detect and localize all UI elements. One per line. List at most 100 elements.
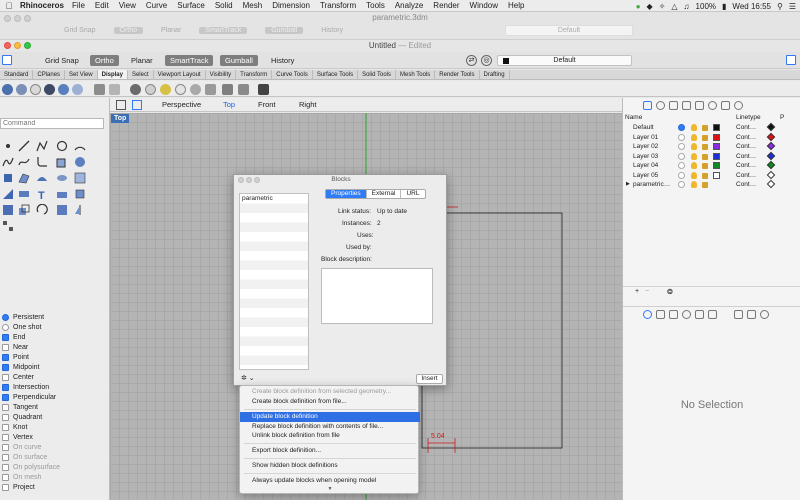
osnap-perpendicular[interactable]: Perpendicular <box>0 392 110 402</box>
layer-row-layer-05[interactable]: Layer 05 Cont… <box>623 170 800 181</box>
checkbox[interactable] <box>2 393 9 401</box>
expand-triangle-icon[interactable]: ▶ <box>626 180 630 189</box>
osnap-on-mesh[interactable]: On mesh <box>0 472 110 482</box>
sphere-icon[interactable] <box>190 84 201 95</box>
menu-mesh[interactable]: Mesh <box>243 1 263 10</box>
undo-view-icon[interactable]: ⇄ <box>466 55 477 66</box>
menu-transform[interactable]: Transform <box>320 1 356 10</box>
target-icon[interactable]: ◎ <box>481 55 492 66</box>
osnap-center[interactable]: Center <box>0 372 110 382</box>
menu-item-create-from-file[interactable]: Create block definition from file... <box>240 397 420 407</box>
layer-color-swatch[interactable] <box>713 143 720 150</box>
bluetooth-icon[interactable]: ✧ <box>659 2 666 11</box>
tab-mesh-tools[interactable]: Mesh Tools <box>396 70 436 79</box>
grid-snap-toggle[interactable]: Grid Snap <box>64 27 96 34</box>
osnap-end[interactable]: End <box>0 332 110 342</box>
print-color-diamond-icon[interactable] <box>766 141 776 151</box>
linetype-label[interactable]: Cont… <box>736 123 756 132</box>
radio-button[interactable] <box>2 323 9 331</box>
current-layer-radio[interactable] <box>678 124 685 131</box>
lightbulb-icon[interactable] <box>691 162 697 169</box>
osnap-quadrant[interactable]: Quadrant <box>0 412 110 422</box>
lightbulb-icon[interactable] <box>691 124 697 131</box>
menu-solid[interactable]: Solid <box>215 1 233 10</box>
checkbox[interactable] <box>2 373 9 381</box>
mirror-tool-icon[interactable] <box>74 204 86 216</box>
menu-surface[interactable]: Surface <box>177 1 205 10</box>
layer-row-layer-02[interactable]: Layer 02 Cont… <box>623 141 800 152</box>
scale-tool-icon[interactable] <box>56 204 68 216</box>
linetype-label[interactable]: Cont… <box>736 142 756 151</box>
layer-row-layer-01[interactable]: Layer 01 Cont… <box>623 132 800 143</box>
layer-row-layer-03[interactable]: Layer 03 Cont… <box>623 151 800 162</box>
battery-icon[interactable]: ▮ <box>722 2 726 11</box>
osnap-on-polysurface[interactable]: On polysurface <box>0 462 110 472</box>
grid-snap-toggle[interactable]: Grid Snap <box>40 55 84 66</box>
osnap-persistent[interactable]: Persistent <box>0 312 110 322</box>
checkbox[interactable] <box>2 473 9 481</box>
curve-tool-icon[interactable] <box>2 156 14 168</box>
history-toggle[interactable]: History <box>321 27 343 34</box>
lock-icon[interactable] <box>702 182 708 188</box>
material-icon[interactable] <box>656 310 665 319</box>
history-toggle[interactable]: History <box>266 55 299 66</box>
current-layer-radio[interactable] <box>678 133 685 141</box>
text-tool-icon[interactable]: T <box>36 188 48 202</box>
lightbulb-icon[interactable] <box>691 133 697 141</box>
checkbox[interactable] <box>2 353 9 361</box>
curvature-icon[interactable] <box>145 84 156 95</box>
osnap-point[interactable]: Point <box>0 352 110 362</box>
gear-icon[interactable]: ❂ <box>667 288 673 296</box>
xray-icon[interactable] <box>58 84 69 95</box>
tab-cplanes[interactable]: CPlanes <box>33 70 66 79</box>
capture-icon[interactable] <box>238 84 249 95</box>
insert-button[interactable]: Insert <box>416 374 443 384</box>
fillet-tool-icon[interactable] <box>36 156 48 168</box>
column-name[interactable]: Name <box>625 114 642 121</box>
menu-view[interactable]: View <box>119 1 136 10</box>
add-layer-button[interactable]: + <box>635 288 639 295</box>
menu-curve[interactable]: Curve <box>146 1 167 10</box>
revolve-tool-icon[interactable] <box>56 172 68 184</box>
layer-color-swatch[interactable] <box>713 133 720 141</box>
print-color-diamond-icon[interactable] <box>766 179 776 189</box>
isocurve-icon[interactable] <box>205 84 216 95</box>
camera-icon[interactable] <box>682 101 691 110</box>
document-icon[interactable] <box>669 101 678 110</box>
zebra-icon[interactable] <box>130 84 141 95</box>
volume-icon[interactable]: ♫ <box>684 2 690 11</box>
layer-row-layer-04[interactable]: Layer 04 Cont… <box>623 160 800 171</box>
menu-analyze[interactable]: Analyze <box>395 1 423 10</box>
tab-visibility[interactable]: Visibility <box>206 70 237 79</box>
smarttrack-toggle[interactable]: SmartTrack <box>199 27 248 34</box>
lightbulb-icon[interactable] <box>691 152 697 160</box>
tab-set-view[interactable]: Set View <box>65 70 98 79</box>
tab-perspective[interactable]: Perspective <box>162 100 201 110</box>
arc-tool-icon[interactable] <box>74 140 86 152</box>
object-properties-icon[interactable] <box>643 310 652 319</box>
menu-window[interactable]: Window <box>470 1 498 10</box>
checkbox[interactable] <box>2 343 9 351</box>
layer-color-swatch[interactable] <box>713 124 720 131</box>
tab-transform[interactable]: Transform <box>236 70 273 79</box>
block-list[interactable]: parametric <box>239 193 309 370</box>
surface-tool-icon[interactable] <box>18 172 30 184</box>
move-tool-icon[interactable] <box>2 204 14 216</box>
four-viewports-icon[interactable] <box>116 100 126 110</box>
ghosted-icon[interactable] <box>44 84 55 95</box>
gumball-toggle[interactable]: Gumball <box>220 55 258 66</box>
osnap-one-shot[interactable]: One shot <box>0 322 110 332</box>
wireframe-icon[interactable] <box>2 84 13 95</box>
circle-tool-icon[interactable] <box>56 140 68 152</box>
planar-toggle[interactable]: Planar <box>126 55 158 66</box>
block-list-item[interactable]: parametric <box>240 194 308 204</box>
attribute-icon[interactable] <box>708 310 717 319</box>
tab-viewport-layout[interactable]: Viewport Layout <box>154 70 206 79</box>
search-icon[interactable]: ⚲ <box>777 2 783 11</box>
shaded-icon[interactable] <box>16 84 27 95</box>
current-layer-radio[interactable] <box>678 143 685 150</box>
current-layer-radio[interactable] <box>678 152 685 160</box>
osnap-project[interactable]: Project <box>0 482 110 492</box>
tab-render-tools[interactable]: Render Tools <box>435 70 480 79</box>
tab-right[interactable]: Right <box>299 100 317 110</box>
